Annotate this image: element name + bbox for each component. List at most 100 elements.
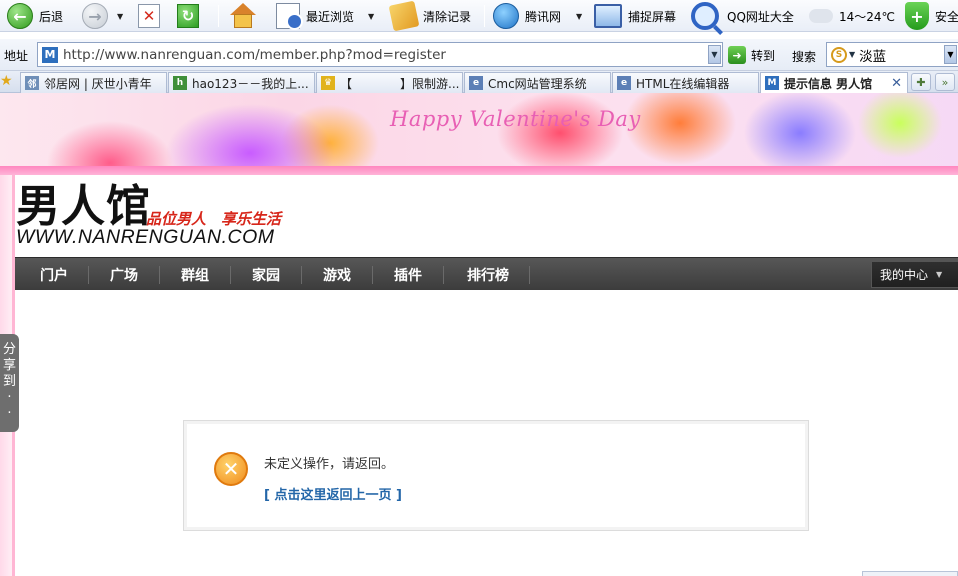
nav-separator: [230, 266, 231, 284]
cloud-icon: [809, 9, 833, 23]
refresh-button[interactable]: ↻: [177, 0, 199, 32]
tab-favicon-icon: 邻: [25, 76, 39, 90]
nav-separator: [372, 266, 373, 284]
tencent-label: 腾讯网: [525, 9, 562, 24]
nav-separator: [443, 266, 444, 284]
nav-item-home[interactable]: 家园: [235, 258, 297, 291]
recent-label: 最近浏览: [306, 9, 355, 24]
tab-cmc[interactable]: e Cmc网站管理系统: [464, 72, 611, 93]
tab-label: HTML在线编辑器: [636, 76, 730, 91]
tab-label: 【 】限制游...: [340, 76, 460, 91]
search-dropdown-icon[interactable]: ▼: [944, 45, 957, 64]
magnifier-icon: [691, 2, 719, 30]
tab-favicon-icon: e: [469, 76, 483, 90]
search-value: 淡蓝: [859, 48, 887, 65]
message-text: 未定义操作，请返回。: [264, 457, 395, 472]
tencent-icon: [493, 3, 519, 29]
nav-item-groups[interactable]: 群组: [164, 258, 226, 291]
nav-item-square[interactable]: 广场: [93, 258, 155, 291]
tab-label: Cmc网站管理系统: [488, 76, 587, 91]
tab-bar: ★ 邻 邻居网 | 厌世小青年 h hao123－－我的上... ♛ 【 】限制…: [0, 71, 958, 93]
search-input[interactable]: S ▼ 淡蓝 ▼: [826, 42, 958, 67]
logo-title: 男人馆: [16, 181, 151, 232]
screen-capture-icon: [594, 4, 622, 28]
site-logo[interactable]: 男人馆 品位男人 享乐生活 WWW.NANRENGUAN.COM: [15, 178, 958, 256]
logo-url: WWW.NANRENGUAN.COM: [16, 226, 275, 248]
stop-button[interactable]: ✕: [138, 0, 160, 32]
tencent-dropdown[interactable]: ▼: [576, 0, 582, 32]
nav-item-games[interactable]: 游戏: [306, 258, 368, 291]
weather-widget[interactable]: 14～24℃: [809, 0, 895, 32]
share-char: 享: [2, 358, 16, 373]
go-button[interactable]: ➜ 转到: [728, 44, 775, 66]
share-char: ·: [7, 390, 12, 405]
tab-html-editor[interactable]: e HTML在线编辑器: [612, 72, 759, 93]
clear-history-button[interactable]: 清除记录: [388, 0, 472, 32]
address-bar: 地址 M http://www.nanrenguan.com/member.ph…: [0, 39, 958, 71]
tab-favicon-icon: h: [173, 76, 187, 90]
forward-dropdown[interactable]: ▼: [117, 0, 123, 32]
tencent-button[interactable]: 腾讯网: [493, 0, 561, 32]
nav-separator: [88, 266, 89, 284]
tab-favicon-icon: e: [617, 76, 631, 90]
tab-list-icon[interactable]: »: [935, 73, 955, 91]
home-button[interactable]: [229, 0, 257, 32]
tab-favicon-icon: M: [765, 76, 779, 90]
toolbar-separator: [218, 5, 219, 27]
tab-label: 提示信息 男人馆: [784, 76, 873, 91]
main-nav: 门户 广场 群组 家园 游戏 插件 排行榜 我的中心 ▼: [15, 257, 958, 290]
back-arrow-icon: ←: [7, 3, 33, 29]
tab-label: hao123－－我的上...: [192, 76, 309, 91]
corner-widget: [862, 571, 958, 576]
url-dropdown-icon[interactable]: ▼: [708, 45, 721, 64]
nav-separator: [301, 266, 302, 284]
nav-separator: [159, 266, 160, 284]
favorites-star-icon[interactable]: ★: [0, 73, 16, 89]
browser-toolbar: ← 后退 → ▼ ✕ ↻ 最近浏览 ▼ 清除记录 腾讯网 ▼ 捕捉屏幕 QQ网址…: [0, 0, 958, 32]
nav-item-plugins[interactable]: 插件: [377, 258, 439, 291]
nav-item-portal[interactable]: 门户: [23, 258, 85, 291]
clear-label: 清除记录: [423, 9, 472, 24]
engine-dropdown-icon[interactable]: ▼: [849, 50, 855, 59]
qq-sites-label: QQ网址大全: [727, 9, 794, 24]
capture-button[interactable]: 捕捉屏幕: [594, 0, 676, 32]
valentine-banner: Happy Valentine's Day: [0, 93, 958, 166]
back-label: 后退: [39, 9, 64, 24]
tab-neighbor[interactable]: 邻 邻居网 | 厌世小青年: [20, 72, 167, 93]
tab-hao123[interactable]: h hao123－－我的上...: [168, 72, 315, 93]
refresh-icon: ↻: [177, 4, 199, 28]
tab-active-nanrenguan[interactable]: M 提示信息 男人馆 ✕: [760, 72, 908, 93]
address-label: 地址: [4, 49, 29, 63]
tab-game-limit[interactable]: ♛ 【 】限制游...: [316, 72, 463, 93]
my-center-label: 我的中心: [880, 268, 929, 282]
close-tab-icon[interactable]: ✕: [891, 76, 902, 91]
toolbar-separator: [484, 5, 485, 27]
forward-arrow-icon: →: [82, 3, 108, 29]
shield-icon: +: [905, 2, 929, 30]
broom-icon: [388, 0, 420, 32]
message-box: ✕ 未定义操作，请返回。 [ 点击这里返回上一页 ]: [183, 420, 809, 531]
search-engine-icon[interactable]: S: [831, 46, 847, 63]
security-button[interactable]: + 安全: [905, 0, 958, 32]
go-back-link[interactable]: [ 点击这里返回上一页 ]: [264, 484, 402, 503]
nav-item-rankings[interactable]: 排行榜: [448, 258, 528, 291]
my-center-dropdown[interactable]: 我的中心 ▼: [871, 261, 958, 288]
banner-text: Happy Valentine's Day: [390, 107, 641, 131]
qq-sites-button[interactable]: QQ网址大全: [691, 0, 794, 32]
home-icon: [229, 3, 257, 29]
share-char: ·: [7, 406, 12, 421]
nav-separator: [529, 266, 530, 284]
url-text: http://www.nanrenguan.com/member.php?mod…: [63, 46, 446, 63]
recent-button[interactable]: 最近浏览: [276, 0, 354, 32]
share-sidebar-tab[interactable]: 分 享 到 · ·: [0, 334, 19, 432]
go-arrow-icon: ➜: [728, 46, 746, 64]
forward-button[interactable]: →: [82, 0, 108, 32]
recent-dropdown[interactable]: ▼: [368, 0, 374, 32]
security-label: 安全: [935, 9, 958, 24]
error-icon: ✕: [214, 452, 248, 486]
back-button[interactable]: ← 后退: [7, 0, 63, 32]
history-icon: [276, 3, 303, 30]
url-input[interactable]: M http://www.nanrenguan.com/member.php?m…: [37, 42, 723, 67]
banner-border: [0, 166, 958, 175]
new-tab-icon[interactable]: ✚: [911, 73, 931, 91]
